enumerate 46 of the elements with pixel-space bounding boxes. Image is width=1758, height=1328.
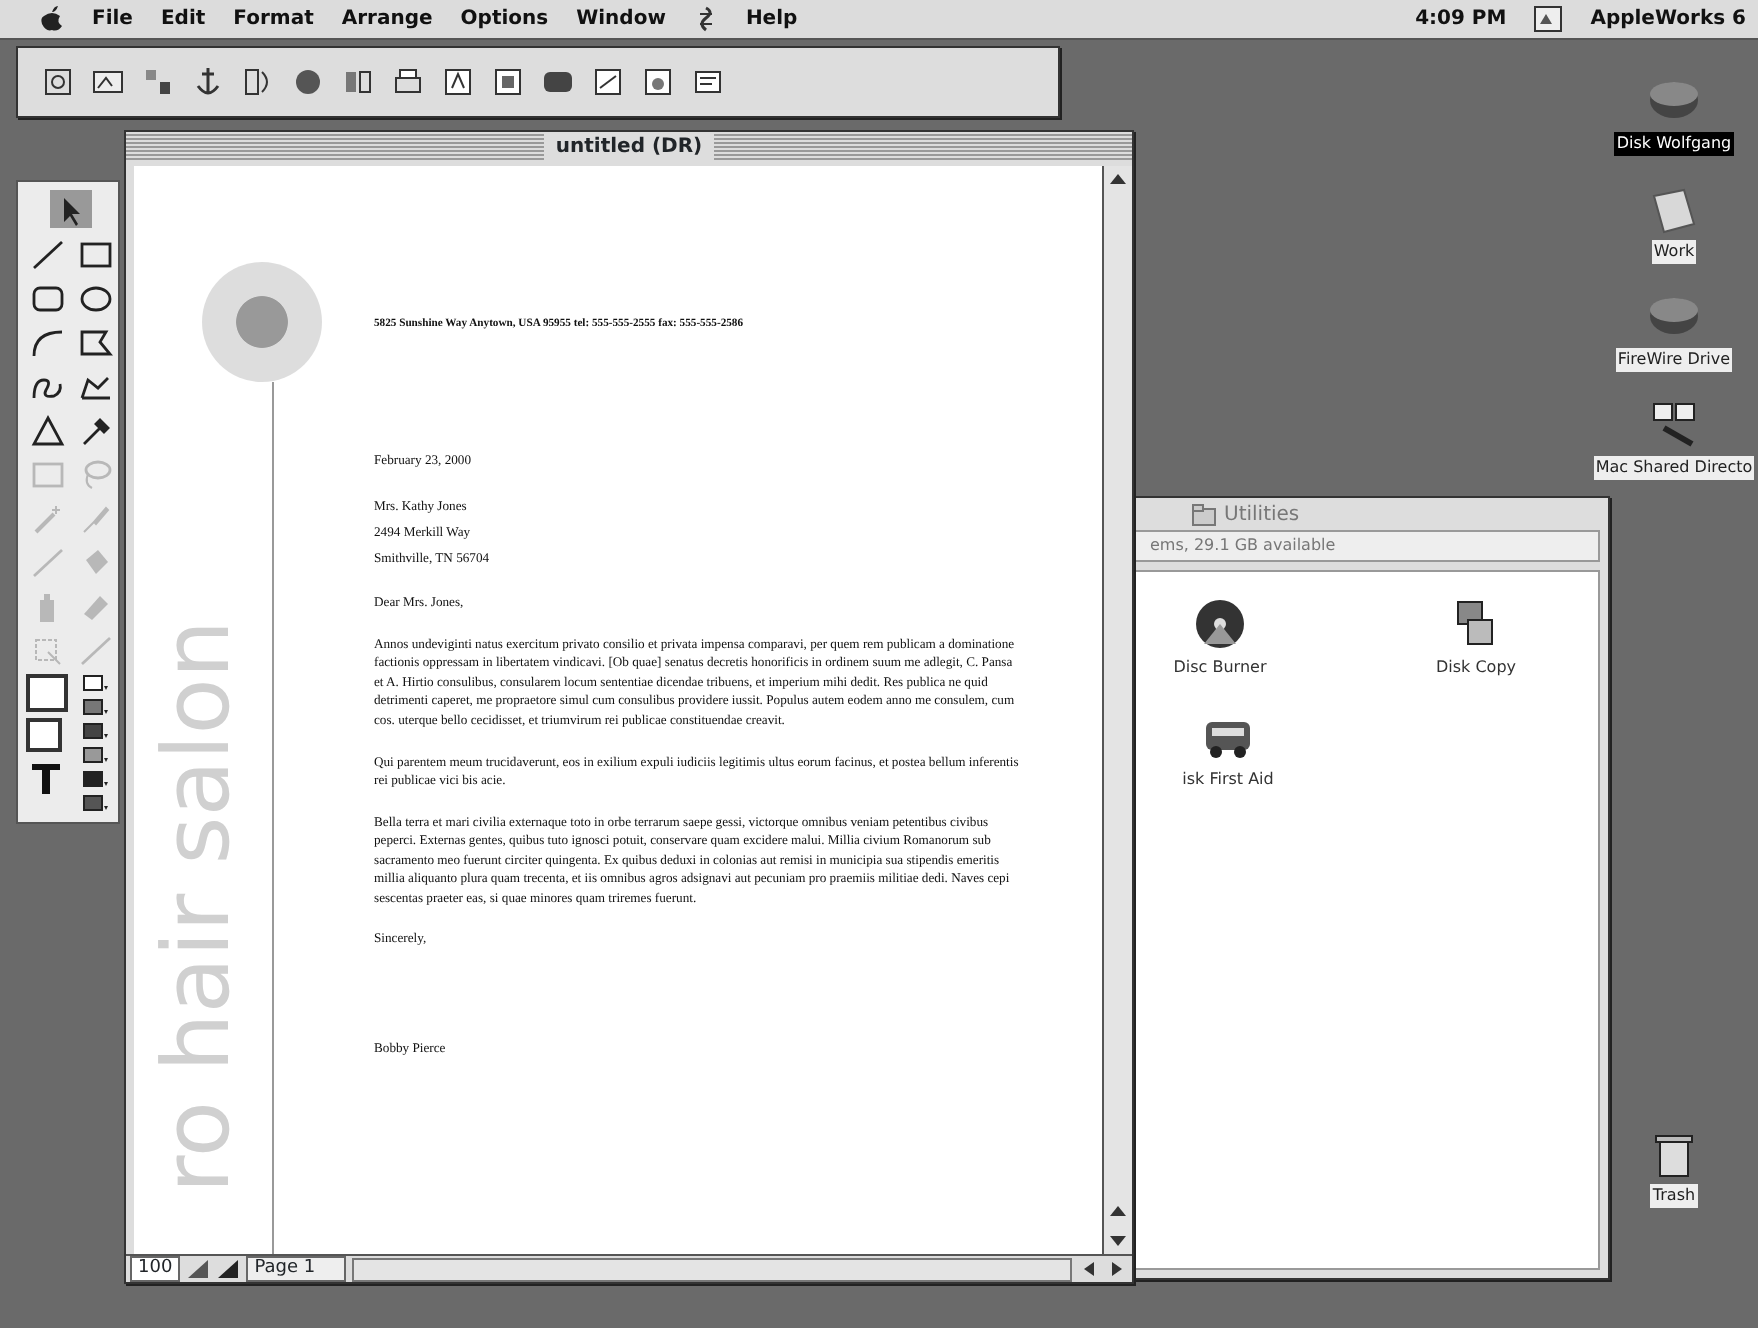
disc-icon[interactable]	[1192, 596, 1248, 652]
menu-item[interactable]: Arrange	[341, 4, 433, 34]
pattern-button[interactable]	[81, 746, 109, 766]
window-title: Utilities	[1224, 501, 1300, 529]
desktop-icon-label[interactable]: Mac Shared Directo	[1593, 456, 1755, 480]
menu-item[interactable]: Options	[460, 4, 549, 34]
folder-icon	[1192, 503, 1216, 525]
fill-swatch[interactable]	[26, 674, 68, 712]
tool-button[interactable]	[50, 190, 92, 228]
menu-item[interactable]: Help	[745, 4, 798, 34]
pattern-button[interactable]	[81, 722, 109, 742]
desktop-icon-label[interactable]: Trash	[1650, 1184, 1698, 1208]
toolbar-icon	[439, 64, 475, 100]
pattern-button[interactable]	[81, 674, 109, 694]
desktop-icon-label[interactable]: Disk Wolfgang	[1614, 132, 1734, 156]
pen-swatch[interactable]	[26, 718, 62, 752]
menu-item[interactable]: Edit	[160, 4, 206, 34]
text-color-icon[interactable]	[26, 758, 66, 798]
pattern-button[interactable]	[81, 770, 109, 790]
apple-menu-icon[interactable]	[40, 6, 64, 32]
desktop-icon-label[interactable]: FireWire Drive	[1615, 348, 1733, 372]
toolbar-icon	[489, 64, 525, 100]
zoom-field[interactable]: 100	[130, 1256, 181, 1282]
file-label[interactable]: isk First Aid	[1182, 768, 1274, 792]
menu-clock: 4:09 PM	[1415, 6, 1507, 34]
vertical-scrollbar[interactable]	[1102, 166, 1132, 1254]
file-label[interactable]: Disc Burner	[1173, 656, 1267, 680]
pattern-button[interactable]	[81, 794, 109, 814]
application-icon[interactable]	[1534, 6, 1563, 32]
menu-item[interactable]: File	[92, 4, 133, 34]
application-menu[interactable]: AppleWorks 6	[1590, 4, 1746, 34]
menu-item[interactable]: Format	[233, 4, 314, 34]
file-label[interactable]: Disk Copy	[1435, 656, 1517, 680]
zoom-in-icon[interactable]	[216, 1258, 241, 1280]
zoom-out-icon[interactable]	[186, 1258, 211, 1280]
tool-button[interactable]	[26, 410, 68, 448]
desktop-icon-label[interactable]: Work	[1651, 240, 1697, 264]
triangle-tool-icon	[27, 411, 67, 447]
toolbar-icon	[639, 64, 675, 100]
page-indicator[interactable]: Page 1	[246, 1256, 346, 1282]
toolbar-icon	[589, 64, 625, 100]
pattern-button[interactable]	[81, 698, 109, 718]
window-title: untitled (DR)	[543, 132, 715, 162]
toolbar-icon	[39, 64, 75, 100]
horizontal-scrollbar[interactable]	[351, 1257, 1072, 1281]
menu-item[interactable]: Window	[576, 4, 666, 34]
